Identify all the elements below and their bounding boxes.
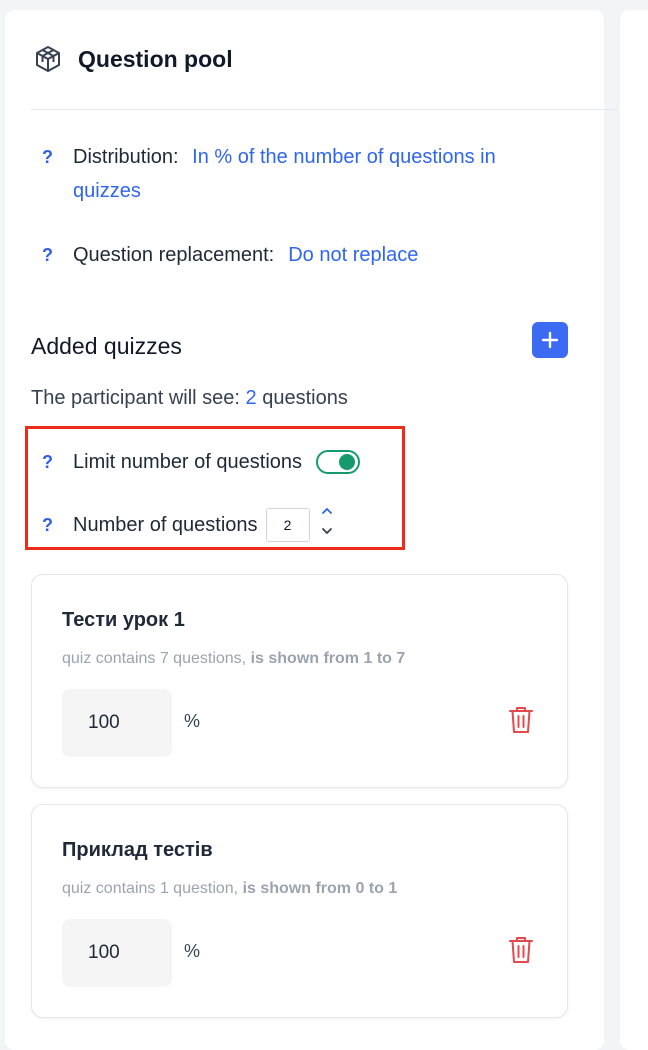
question-count-input[interactable]: 2	[265, 508, 310, 542]
count-stepper	[320, 504, 334, 542]
count-row: ? Number of questions 2	[31, 507, 334, 542]
quiz-card: Приклад тестів quiz contains 1 question,…	[31, 804, 568, 1018]
quiz-meta-count: quiz contains 7 questions,	[62, 650, 247, 667]
add-quiz-button[interactable]	[532, 322, 568, 358]
page-title: Question pool	[78, 46, 233, 72]
distribution-row: ? Distribution: In % of the number of qu…	[31, 140, 496, 208]
help-icon[interactable]: ?	[31, 445, 73, 479]
limit-row: ? Limit number of questions	[31, 445, 361, 479]
count-label: Number of questions	[73, 514, 258, 536]
quiz-title: Тести урок 1	[62, 609, 185, 631]
participant-count: 2	[245, 387, 257, 409]
help-icon[interactable]: ?	[31, 508, 73, 542]
quiz-meta-count: quiz contains 1 question,	[62, 880, 239, 897]
participant-suffix: questions	[262, 387, 348, 409]
delete-quiz-button[interactable]	[508, 705, 534, 740]
distribution-link-cont[interactable]: quizzes	[73, 180, 141, 202]
added-quizzes-title: Added quizzes	[31, 333, 182, 359]
quiz-card: Тести урок 1 quiz contains 7 questions, …	[31, 574, 568, 788]
quiz-title: Приклад тестів	[62, 839, 213, 861]
participant-summary: The participant will see: 2 questions	[31, 387, 348, 410]
replacement-row: ? Question replacement: Do not replace	[31, 238, 418, 272]
help-icon[interactable]: ?	[31, 140, 73, 208]
quiz-meta-range: is shown from 0 to 1	[242, 880, 398, 897]
quiz-meta: quiz contains 1 question, is shown from …	[62, 880, 397, 898]
replacement-link[interactable]: Do not replace	[288, 238, 418, 272]
cube-icon	[33, 44, 63, 74]
chevron-up-icon[interactable]	[320, 504, 334, 518]
quiz-meta-range: is shown from 1 to 7	[250, 650, 406, 667]
participant-prefix: The participant will see:	[31, 387, 240, 409]
limit-toggle[interactable]	[316, 450, 361, 474]
chevron-down-icon[interactable]	[320, 524, 334, 538]
panel-header: Question pool	[31, 40, 617, 110]
distribution-label: Distribution:	[73, 146, 179, 168]
trash-icon	[509, 707, 533, 733]
limit-label: Limit number of questions	[73, 451, 303, 473]
percent-input[interactable]: 100	[62, 689, 172, 757]
help-icon[interactable]: ?	[31, 238, 73, 272]
percent-sign: %	[184, 711, 201, 731]
distribution-link[interactable]: In % of the number of questions in	[192, 146, 496, 168]
trash-icon	[509, 937, 533, 963]
toggle-knob	[339, 454, 356, 470]
delete-quiz-button[interactable]	[508, 935, 534, 970]
percent-sign: %	[184, 941, 201, 961]
replacement-label: Question replacement:	[73, 244, 275, 266]
quiz-meta: quiz contains 7 questions, is shown from…	[62, 650, 405, 668]
side-panel	[620, 10, 648, 1050]
plus-icon	[541, 331, 559, 349]
percent-input[interactable]: 100	[62, 919, 172, 987]
